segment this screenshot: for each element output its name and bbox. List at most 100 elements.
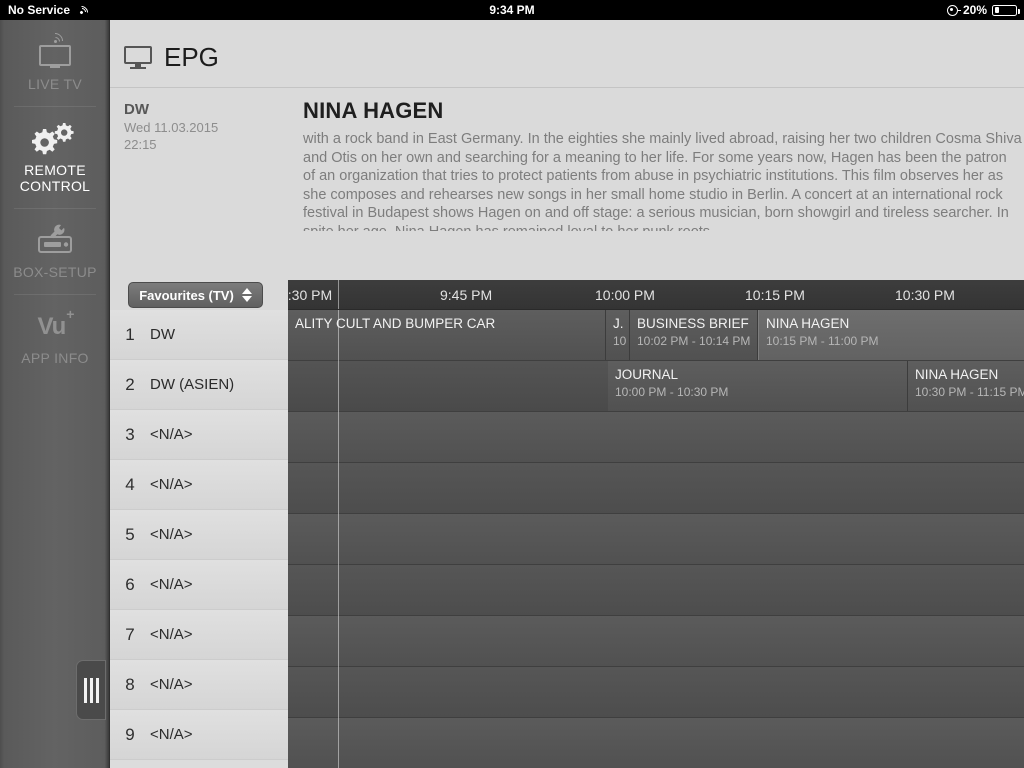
channel-number: 5 [125, 524, 135, 544]
channel-name: <N/A> [150, 726, 193, 743]
program-info-meta: DW Wed 11.03.2015 22:15 [124, 100, 299, 153]
grid-row[interactable] [288, 667, 1024, 718]
favourites-select-label: Favourites (TV) [139, 287, 234, 303]
channel-number: 7 [125, 624, 135, 644]
filter-bar: Favourites (TV) [110, 280, 290, 310]
program-block-time: 10 [613, 334, 627, 348]
info-channel-name: DW [124, 101, 149, 118]
channel-row[interactable]: 6 <N/A> [110, 560, 288, 610]
program-block-title: JOURNAL [615, 367, 679, 382]
program-info-body: NINA HAGEN with a rock band in East Germ… [303, 98, 1022, 231]
channel-name: DW (ASIEN) [150, 376, 235, 393]
timeline-label: 9:45 PM [440, 287, 493, 303]
channel-number: 9 [125, 724, 135, 744]
channel-row[interactable]: 1 DW [110, 310, 288, 360]
main-panel: EPG DW Wed 11.03.2015 22:15 NINA HAGEN w… [110, 20, 1024, 768]
grid-empty-cell [288, 361, 608, 411]
page-title: EPG [164, 42, 219, 72]
info-date: Wed 11.03.2015 [124, 120, 219, 135]
timeline-label: 10:00 PM [595, 287, 655, 303]
battery-icon [992, 4, 1020, 16]
channel-row[interactable]: 4 <N/A> [110, 460, 288, 510]
monitor-icon [124, 45, 152, 70]
channel-name: <N/A> [150, 426, 193, 443]
channel-name: <N/A> [150, 626, 193, 643]
epg-grid-wrapper: 9:30 PM 9:45 PM 10:00 PM 10:15 PM 10:30 PM A… [288, 280, 1024, 768]
info-time: 22:15 [124, 137, 157, 152]
program-block[interactable]: ALITY CULT AND BUMPER CAR [288, 310, 606, 360]
program-block-time: 10:02 PM - 10:14 PM [637, 334, 751, 348]
channel-number: 4 [125, 474, 135, 494]
sidebar-item-live-tv[interactable]: LIVE TV [0, 20, 110, 106]
timeline-label: 10:30 PM [895, 287, 955, 303]
channel-row[interactable]: 7 <N/A> [110, 610, 288, 660]
grid-row[interactable] [288, 463, 1024, 514]
status-bar-clock: 9:34 PM [489, 3, 535, 17]
channel-row[interactable]: 2 DW (ASIEN) [110, 360, 288, 410]
rotation-lock-icon [946, 4, 961, 16]
channel-row[interactable]: 3 <N/A> [110, 410, 288, 460]
channel-name: <N/A> [150, 526, 193, 543]
program-block-time: 10:15 PM - 11:00 PM [766, 334, 879, 348]
program-block-title: J. [613, 316, 624, 331]
grid-row[interactable] [288, 514, 1024, 565]
program-block[interactable]: NINA HAGEN 10:30 PM - 11:15 PM [908, 361, 1024, 411]
channel-row[interactable]: 5 <N/A> [110, 510, 288, 560]
channel-row[interactable]: 9 <N/A> [110, 710, 288, 760]
program-block[interactable]: NINA HAGEN 10:15 PM - 11:00 PM [758, 310, 1024, 360]
epg-header: EPG [110, 20, 1024, 88]
ios-status-bar: No Service 9:34 PM 20% [0, 0, 1024, 22]
program-block[interactable]: BUSINESS BRIEF 10:02 PM - 10:14 PM [630, 310, 758, 360]
channel-number: 3 [125, 424, 135, 444]
timeline-label: 10:15 PM [745, 287, 805, 303]
favourites-select[interactable]: Favourites (TV) [128, 282, 263, 308]
channel-name: <N/A> [150, 676, 193, 693]
sidebar-item-app-info[interactable]: Vu+ APP INFO [0, 294, 110, 380]
channel-number: 6 [125, 574, 135, 594]
channel-name: DW [150, 326, 175, 343]
now-indicator-timeline [338, 280, 339, 309]
channel-number: 8 [125, 674, 135, 694]
tv-icon [0, 29, 110, 70]
receiver-wrench-icon [0, 222, 110, 258]
channel-number: 1 [125, 324, 135, 344]
epg-timeline: 9:30 PM 9:45 PM 10:00 PM 10:15 PM 10:30 PM [288, 280, 1024, 310]
channel-list[interactable]: 1 DW 2 DW (ASIEN) 3 <N/A> 4 <N/A> 5 <N/A> 6 <N/A> 7 <… [110, 310, 288, 768]
program-info-area: DW Wed 11.03.2015 22:15 NINA HAGEN with … [110, 88, 1024, 332]
vuplus-logo-icon: Vu+ [37, 305, 75, 340]
program-description: with a rock band in East Germany. In the… [303, 131, 1022, 231]
channel-name: <N/A> [150, 576, 193, 593]
grid-row[interactable] [288, 412, 1024, 463]
program-block[interactable]: JOURNAL 10:00 PM - 10:30 PM [608, 361, 908, 411]
program-block-title: NINA HAGEN [766, 316, 850, 331]
sidebar-label-box-setup: BOX-SETUP [13, 264, 97, 280]
battery-percent-label: 20% [962, 3, 987, 17]
program-block[interactable]: J. 10 [606, 310, 630, 360]
drag-handle-icon[interactable] [76, 660, 106, 720]
gears-icon [0, 120, 110, 156]
grid-row[interactable] [288, 616, 1024, 667]
grid-row[interactable]: ALITY CULT AND BUMPER CAR J. 10 BUSINESS BR… [288, 310, 1024, 361]
channel-number: 2 [125, 374, 135, 394]
timeline-label: 9:30 PM [288, 287, 333, 303]
sidebar-label-remote-control: REMOTE CONTROL [19, 162, 91, 194]
sidebar-item-remote-control[interactable]: REMOTE CONTROL [0, 106, 110, 208]
now-indicator-line [338, 310, 339, 768]
up-down-stepper-icon[interactable] [241, 288, 252, 302]
nav-sidebar: LIVE TV REMOTE CONTROL BOX-SETUP Vu+ APP… [0, 20, 110, 768]
program-block-title: NINA HAGEN [915, 367, 999, 382]
program-block-time: 10:30 PM - 11:15 PM [915, 385, 1024, 399]
program-block-time: 10:00 PM - 10:30 PM [615, 385, 729, 399]
grid-row[interactable] [288, 565, 1024, 616]
sidebar-item-box-setup[interactable]: BOX-SETUP [0, 208, 110, 294]
grid-row[interactable] [288, 718, 1024, 768]
app-screen: No Service 9:34 PM 20% LIVE TV REMOTE CO… [0, 0, 1024, 768]
sidebar-label-live-tv: LIVE TV [28, 76, 82, 92]
program-block-title: ALITY CULT AND BUMPER CAR [295, 316, 496, 331]
channel-name: <N/A> [150, 476, 193, 493]
epg-grid[interactable]: ALITY CULT AND BUMPER CAR J. 10 BUSINESS BR… [288, 310, 1024, 768]
grid-row[interactable]: JOURNAL 10:00 PM - 10:30 PM NINA HAGEN 10:3… [288, 361, 1024, 412]
sidebar-label-app-info: APP INFO [21, 350, 89, 366]
status-bar-right: 20% [946, 3, 1020, 17]
channel-row[interactable]: 8 <N/A> [110, 660, 288, 710]
